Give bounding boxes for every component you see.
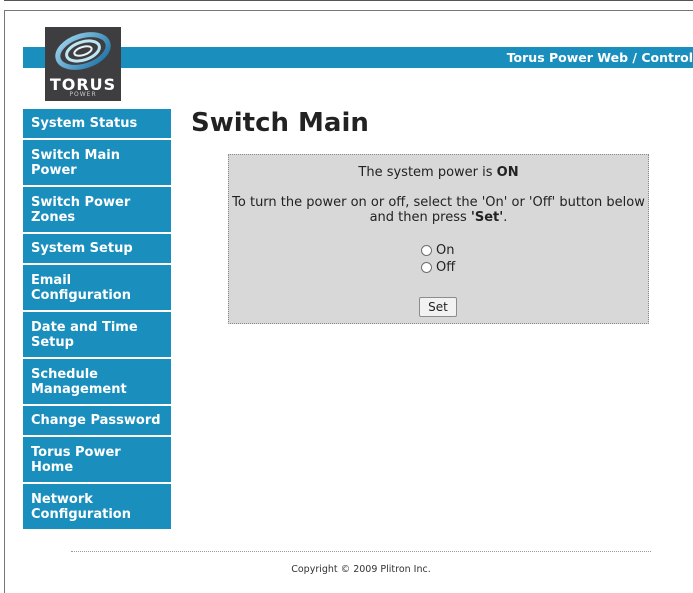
instruction-set-word: 'Set' xyxy=(470,210,504,225)
status-prefix: The system power is xyxy=(358,165,497,180)
footer-divider xyxy=(71,551,651,552)
header-title: Torus Power Web / Control xyxy=(506,50,693,65)
radio-on-row[interactable]: On xyxy=(421,243,454,258)
sidebar-item-torus-power-home[interactable]: Torus Power Home xyxy=(23,437,171,484)
top-border xyxy=(4,0,693,1)
radio-on-label[interactable]: On xyxy=(436,243,454,258)
sidebar-item-network-configuration[interactable]: Network Configuration xyxy=(23,484,171,531)
sidebar-item-change-password[interactable]: Change Password xyxy=(23,406,171,437)
power-status: The system power is ON xyxy=(229,165,648,180)
switch-panel: The system power is ON To turn the power… xyxy=(228,154,649,324)
sidebar-item-switch-main-power[interactable]: Switch Main Power xyxy=(23,140,171,187)
instruction-text: To turn the power on or off, select the … xyxy=(232,195,645,225)
copyright: Copyright © 2009 Plitron Inc. xyxy=(291,564,431,575)
sidebar-item-email-configuration[interactable]: Email Configuration xyxy=(23,265,171,312)
set-button[interactable]: Set xyxy=(419,297,457,317)
radio-off-label[interactable]: Off xyxy=(436,260,455,275)
instructions: To turn the power on or off, select the … xyxy=(229,195,648,225)
sidebar-item-system-status[interactable]: System Status xyxy=(23,109,171,140)
radio-off[interactable] xyxy=(421,262,432,273)
sidebar-item-schedule-management[interactable]: Schedule Management xyxy=(23,359,171,406)
logo-subtitle: POWER xyxy=(69,91,97,98)
sidebar-nav: System Status Switch Main Power Switch P… xyxy=(23,109,171,531)
status-value: ON xyxy=(496,165,519,180)
radio-on[interactable] xyxy=(421,245,432,256)
sidebar-item-switch-power-zones[interactable]: Switch Power Zones xyxy=(23,187,171,234)
header-bar: Torus Power Web / Control xyxy=(23,47,693,68)
page-title: Switch Main xyxy=(191,108,369,138)
sidebar-item-date-time-setup[interactable]: Date and Time Setup xyxy=(23,312,171,359)
radio-off-row[interactable]: Off xyxy=(421,260,455,275)
torus-logo: TORUS POWER xyxy=(45,27,121,101)
sidebar-item-system-setup[interactable]: System Setup xyxy=(23,234,171,265)
instruction-end: . xyxy=(503,210,508,225)
